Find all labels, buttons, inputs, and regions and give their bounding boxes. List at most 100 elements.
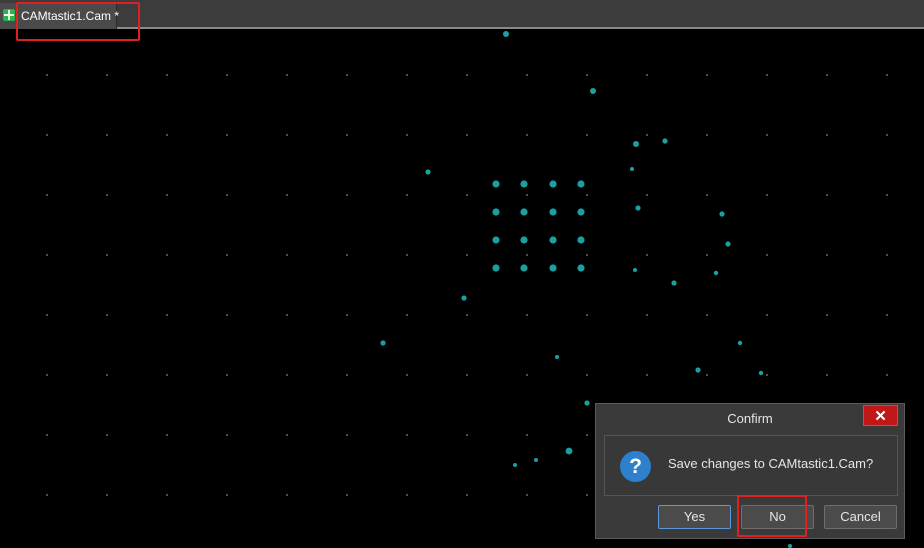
close-icon: ✕ [874,408,887,425]
grid-dot [286,314,288,316]
grid-dot [766,314,768,316]
pad [425,169,431,175]
grid-dot [466,74,468,76]
grid-dot [286,374,288,376]
grid-dot [826,314,828,316]
pad [713,270,719,276]
grid-dot [826,74,828,76]
grid-dot [826,194,828,196]
grid-dot [286,494,288,496]
pad [671,280,677,286]
grid-dot [106,254,108,256]
grid-dot [526,74,528,76]
pad [577,180,585,188]
grid-dot [646,194,648,196]
grid-dot [886,254,888,256]
grid-dot [406,434,408,436]
grid-dot [406,74,408,76]
pad [725,241,731,247]
grid-dot [526,374,528,376]
pad [662,138,668,144]
dialog-message: Save changes to CAMtastic1.Cam? [668,456,874,471]
grid-dot [286,434,288,436]
pad [555,355,559,359]
grid-dot [46,434,48,436]
grid-dot [346,314,348,316]
pad [577,264,585,272]
grid-dot [286,134,288,136]
grid-dot [166,314,168,316]
grid-dot [766,254,768,256]
grid-dot [166,374,168,376]
grid-dot [346,434,348,436]
pad [577,208,585,216]
grid-dot [586,314,588,316]
grid-dot [766,134,768,136]
grid-dot [586,494,588,496]
grid-dot [646,254,648,256]
grid-dot [166,434,168,436]
grid-dot [706,134,708,136]
grid-dot [406,134,408,136]
grid-dot [46,194,48,196]
grid-dot [886,74,888,76]
grid-dot [466,134,468,136]
grid-dot [586,134,588,136]
close-button[interactable]: ✕ [863,405,898,426]
grid-dot [466,374,468,376]
grid-dot [526,254,528,256]
pad [549,180,557,188]
grid-dot [586,254,588,256]
pad [513,463,517,467]
grid-dot [106,374,108,376]
grid-dot [166,254,168,256]
grid-dot [406,374,408,376]
grid-dot [106,194,108,196]
grid-dot [406,494,408,496]
yes-button[interactable]: Yes [658,505,731,529]
pad [788,544,792,548]
grid-dot [886,314,888,316]
pad [520,208,528,216]
grid-dot [706,314,708,316]
grid-dot [346,134,348,136]
grid-dot [106,74,108,76]
grid-dot [886,194,888,196]
grid-dot [886,374,888,376]
grid-dot [886,134,888,136]
grid-dot [106,494,108,496]
grid-dot [526,434,528,436]
pad [737,340,743,346]
grid-dot [286,74,288,76]
pad [633,141,639,147]
pad [380,340,386,346]
grid-dot [466,314,468,316]
cancel-button[interactable]: Cancel [824,505,897,529]
pad [492,208,500,216]
grid-dot [346,254,348,256]
grid-dot [826,134,828,136]
pad [520,180,528,188]
grid-dot [466,434,468,436]
grid-dot [226,254,228,256]
pad [492,236,500,244]
grid-dot [226,374,228,376]
grid-dot [706,374,708,376]
grid-dot [46,374,48,376]
no-button-highlight-box [737,495,807,537]
grid-dot [346,194,348,196]
grid-dot [166,74,168,76]
grid-dot [586,74,588,76]
grid-dot [406,314,408,316]
grid-dot [526,194,528,196]
grid-dot [346,74,348,76]
pad [492,264,500,272]
pad [590,88,596,94]
grid-dot [226,314,228,316]
grid-dot [46,134,48,136]
grid-dot [226,434,228,436]
grid-dot [526,134,528,136]
pad [695,367,701,373]
pad [534,458,538,462]
grid-dot [106,314,108,316]
